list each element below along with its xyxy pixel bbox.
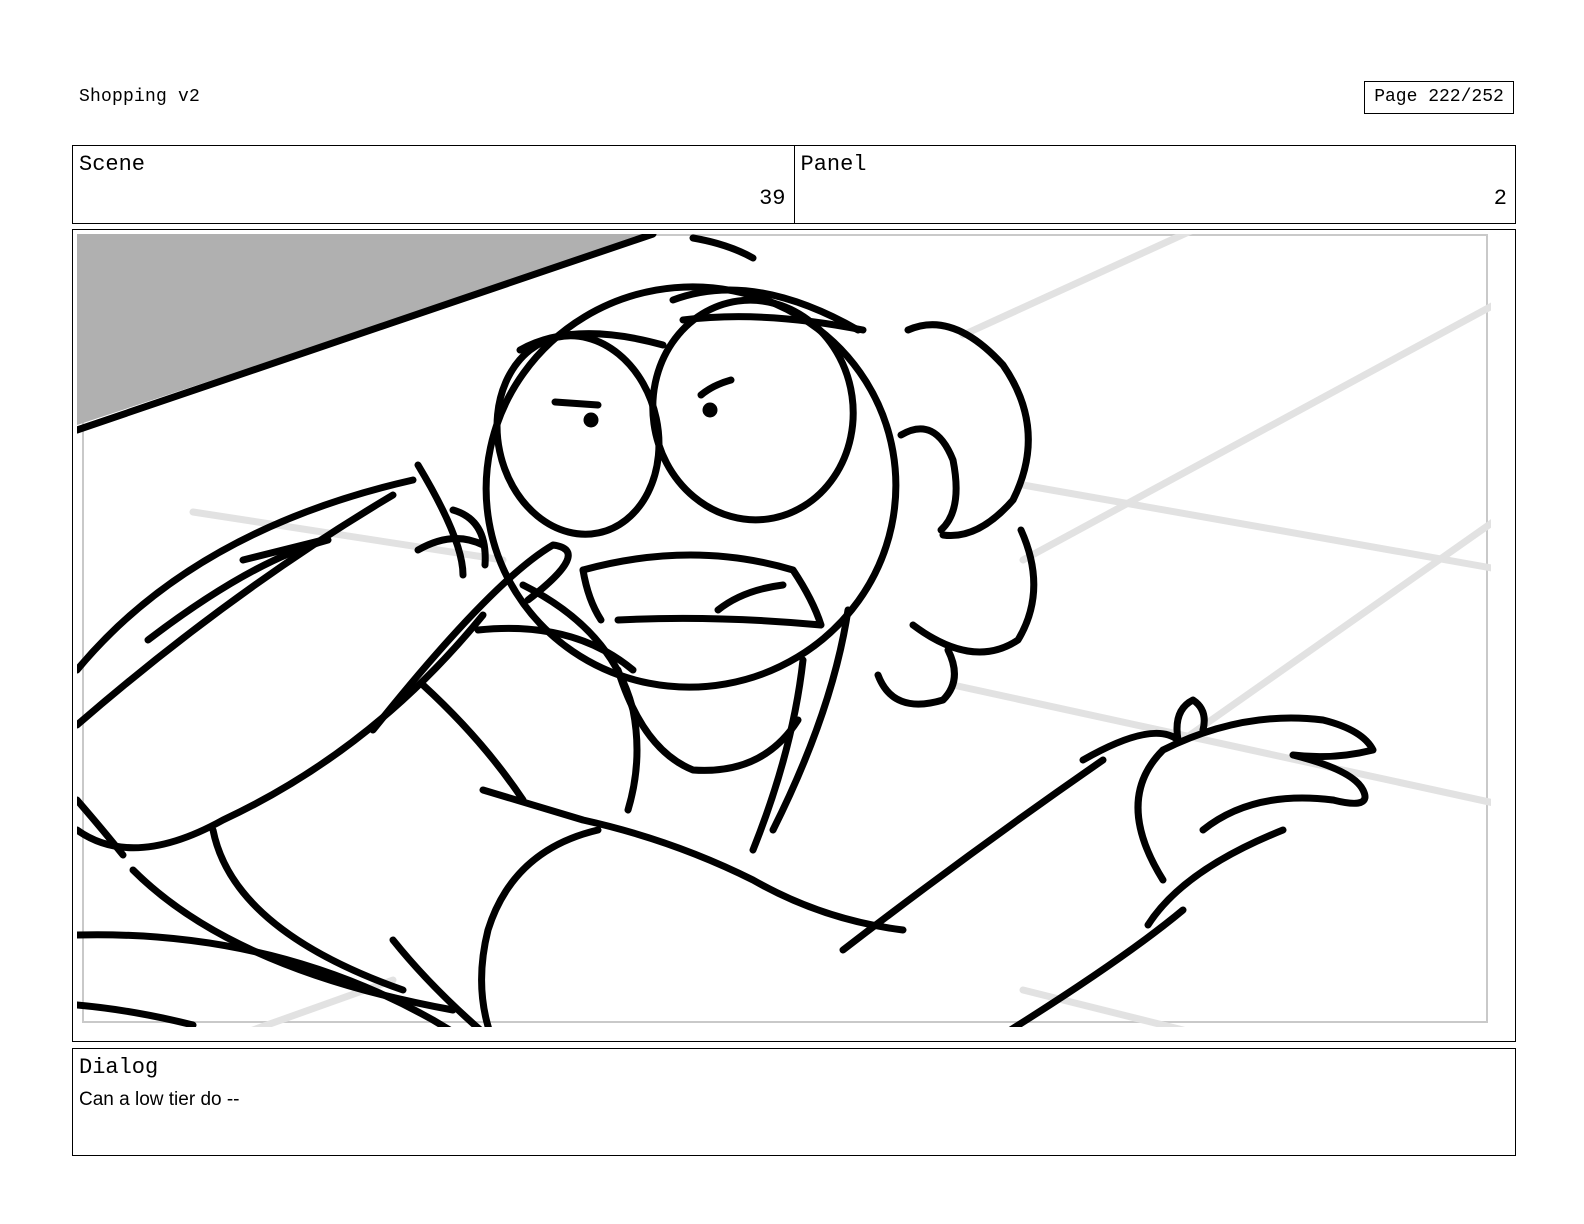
dialog-label: Dialog [79, 1055, 159, 1080]
panel-number: 2 [1493, 186, 1507, 211]
sketch-drawing [77, 234, 1491, 1027]
panel-label: Panel [800, 152, 867, 177]
scene-number: 39 [759, 186, 786, 211]
page-number: Page 222/252 [1364, 81, 1514, 114]
dialog-box: Dialog Can a low tier do -- [72, 1048, 1516, 1156]
scene-panel-info: Scene 39 Panel 2 [72, 145, 1516, 224]
scene-label: Scene [79, 152, 146, 177]
panel-cell: Panel 2 [793, 146, 1516, 223]
storyboard-panel-image [72, 229, 1516, 1042]
dialog-text: Can a low tier do -- [79, 1089, 240, 1110]
scene-cell: Scene 39 [73, 146, 794, 223]
storyboard-title: Shopping v2 [79, 87, 201, 107]
